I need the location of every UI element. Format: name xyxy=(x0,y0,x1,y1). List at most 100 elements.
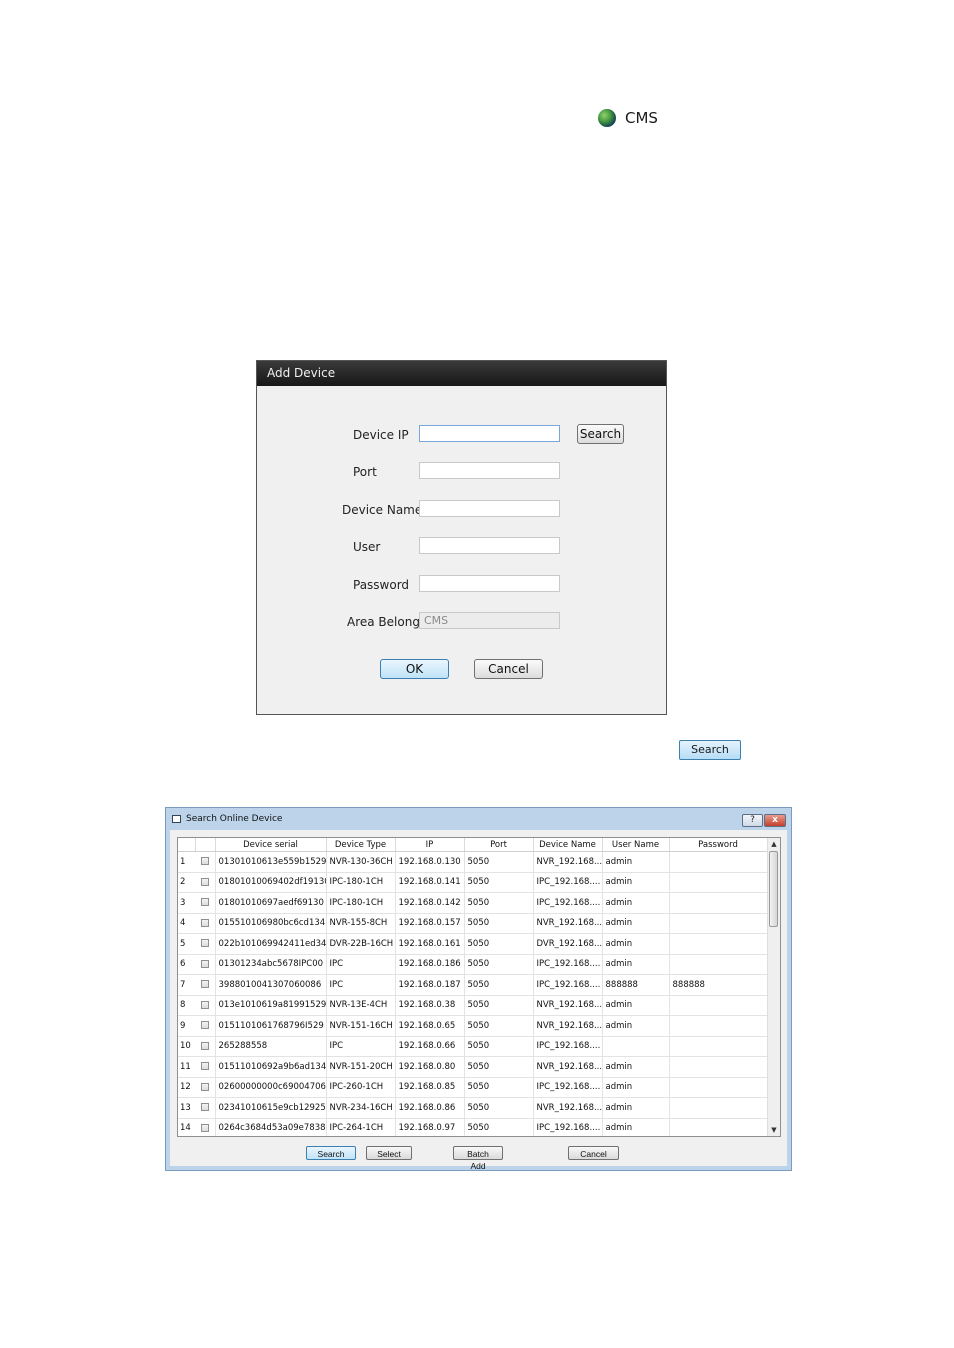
cell-port: 5050 xyxy=(464,1097,534,1119)
device-table: Device serial Device Type IP Port Device… xyxy=(177,837,781,1137)
password-input[interactable] xyxy=(419,575,560,592)
table-row[interactable]: 3 01801010697aedf69130 IPC-180-1CH 192.168.… xyxy=(178,892,768,914)
row-checkbox[interactable] xyxy=(200,1041,209,1050)
scroll-up-icon[interactable]: ▲ xyxy=(768,838,780,850)
row-checkbox-cell xyxy=(195,1056,216,1078)
col-port[interactable]: Port xyxy=(464,838,534,852)
vertical-scrollbar[interactable]: ▲ ▼ xyxy=(767,838,780,1136)
cell-ip: 192.168.0.141 xyxy=(395,872,465,893)
cell-device-name: IPC_192.168.... xyxy=(533,1077,603,1098)
row-index: 5 xyxy=(178,933,195,955)
cell-user-name: admin xyxy=(602,851,670,873)
row-checkbox-cell xyxy=(195,933,216,955)
device-ip-search-button[interactable]: Search xyxy=(577,424,624,444)
cms-label: CMS xyxy=(625,109,658,127)
cell-device-name: NVR_192.168.... xyxy=(533,851,603,873)
row-checkbox[interactable] xyxy=(200,1021,209,1030)
cell-port: 5050 xyxy=(464,851,534,873)
ok-button[interactable]: OK xyxy=(380,659,449,679)
row-checkbox[interactable] xyxy=(200,1062,209,1071)
table-row[interactable]: 5 022b101069942411ed34 DVR-22B-16CH 192.168… xyxy=(178,933,768,955)
cell-device-serial: 013e1010619a81991529 xyxy=(215,995,327,1016)
device-name-input[interactable] xyxy=(419,500,560,517)
cell-password xyxy=(669,1118,768,1136)
cell-device-name: IPC_192.168.... xyxy=(533,974,603,996)
col-device-name[interactable]: Device Name xyxy=(533,838,603,852)
row-checkbox[interactable] xyxy=(200,1000,209,1009)
cell-device-name: IPC_192.168.... xyxy=(533,1118,603,1136)
search-devices-button[interactable]: Search xyxy=(306,1146,356,1160)
cms-tree-node[interactable]: CMS xyxy=(598,106,658,130)
close-button[interactable]: x xyxy=(764,814,786,827)
table-row[interactable]: 7 3988010041307060086 IPC 192.168.0.187 5050… xyxy=(178,974,768,996)
table-row[interactable]: 12 02600000000c69004706 IPC-260-1CH 192.168… xyxy=(178,1077,768,1098)
help-button[interactable]: ? xyxy=(742,814,763,827)
cell-port: 5050 xyxy=(464,1015,534,1037)
device-ip-input[interactable] xyxy=(419,425,560,442)
cell-port: 5050 xyxy=(464,933,534,955)
cell-user-name: admin xyxy=(602,913,670,934)
search-online-device-body: Device serial Device Type IP Port Device… xyxy=(170,830,787,1171)
select-button[interactable]: Select xyxy=(366,1146,412,1160)
row-index: 14 xyxy=(178,1118,195,1136)
cell-user-name: admin xyxy=(602,1056,670,1078)
cell-ip: 192.168.0.66 xyxy=(395,1036,465,1057)
port-input[interactable] xyxy=(419,462,560,479)
cell-ip: 192.168.0.186 xyxy=(395,954,465,975)
table-row[interactable]: 6 01301234abc5678IPC00 IPC 192.168.0.186 505… xyxy=(178,954,768,975)
row-checkbox-cell xyxy=(195,892,216,914)
row-checkbox[interactable] xyxy=(200,980,209,989)
cell-device-type: NVR-13E-4CH xyxy=(326,995,396,1016)
batch-add-button[interactable]: Batch Add xyxy=(453,1146,503,1171)
row-checkbox-cell xyxy=(195,851,216,873)
table-row[interactable]: 13 02341010615e9cb12925 NVR-234-16CH 192.16… xyxy=(178,1097,768,1119)
row-checkbox[interactable] xyxy=(200,898,209,907)
cell-device-name: IPC_192.168.... xyxy=(533,872,603,893)
cancel-button[interactable]: Cancel xyxy=(474,659,543,679)
cell-port: 5050 xyxy=(464,892,534,914)
cell-device-name: NVR_192.168.... xyxy=(533,995,603,1016)
row-index: 9 xyxy=(178,1015,195,1037)
cell-ip: 192.168.0.38 xyxy=(395,995,465,1016)
row-checkbox[interactable] xyxy=(200,877,209,886)
row-checkbox-cell xyxy=(195,1118,216,1136)
row-checkbox[interactable] xyxy=(200,1082,209,1091)
table-row[interactable]: 8 013e1010619a81991529 NVR-13E-4CH 192.168.… xyxy=(178,995,768,1016)
row-checkbox-cell xyxy=(195,872,216,893)
col-device-serial[interactable]: Device serial xyxy=(215,838,327,852)
cell-password xyxy=(669,954,768,975)
area-belong-label: Area Belong xyxy=(347,615,420,629)
row-checkbox[interactable] xyxy=(200,1123,209,1132)
row-checkbox[interactable] xyxy=(200,939,209,948)
cell-device-type: NVR-155-8CH xyxy=(326,913,396,934)
user-input[interactable] xyxy=(419,537,560,554)
table-row[interactable]: 10 265288558 IPC 192.168.0.66 5050 IPC_192.16… xyxy=(178,1036,768,1057)
col-user-name[interactable]: User Name xyxy=(602,838,670,852)
row-checkbox[interactable] xyxy=(200,918,209,927)
user-label: User xyxy=(353,540,381,554)
row-checkbox-cell xyxy=(195,995,216,1016)
row-checkbox[interactable] xyxy=(200,857,209,866)
password-label: Password xyxy=(353,578,410,592)
search-button[interactable]: Search xyxy=(679,740,741,760)
row-checkbox[interactable] xyxy=(200,1103,209,1112)
cell-ip: 192.168.0.80 xyxy=(395,1056,465,1078)
cell-ip: 192.168.0.187 xyxy=(395,974,465,996)
table-row[interactable]: 4 015510106980bc6cd134 NVR-155-8CH 192.168.… xyxy=(178,913,768,934)
scroll-down-icon[interactable]: ▼ xyxy=(768,1124,780,1136)
search-cancel-button[interactable]: Cancel xyxy=(568,1146,619,1160)
row-checkbox[interactable] xyxy=(200,959,209,968)
table-row[interactable]: 2 01801010069402df19130 IPC-180-1CH 192.168… xyxy=(178,872,768,893)
cell-device-serial: 01801010697aedf69130 xyxy=(215,892,327,914)
col-ip[interactable]: IP xyxy=(395,838,465,852)
cell-device-type: NVR-151-20CH xyxy=(326,1056,396,1078)
table-row[interactable]: 14 0264c3684d53a09e7838 IPC-264-1CH 192.168… xyxy=(178,1118,768,1136)
table-row[interactable]: 9 0151101061768796I529 NVR-151-16CH 192.168… xyxy=(178,1015,768,1037)
table-row[interactable]: 11 01511010692a9b6ad134 NVR-151-20CH 192.16… xyxy=(178,1056,768,1078)
cell-device-name: NVR_192.168.... xyxy=(533,1015,603,1037)
table-row[interactable]: 1 01301010613e559b1529 NVR-130-36CH 192.168… xyxy=(178,851,768,873)
scroll-thumb[interactable] xyxy=(769,851,778,927)
cell-password xyxy=(669,1056,768,1078)
col-device-type[interactable]: Device Type xyxy=(326,838,396,852)
col-password[interactable]: Password xyxy=(669,838,768,852)
